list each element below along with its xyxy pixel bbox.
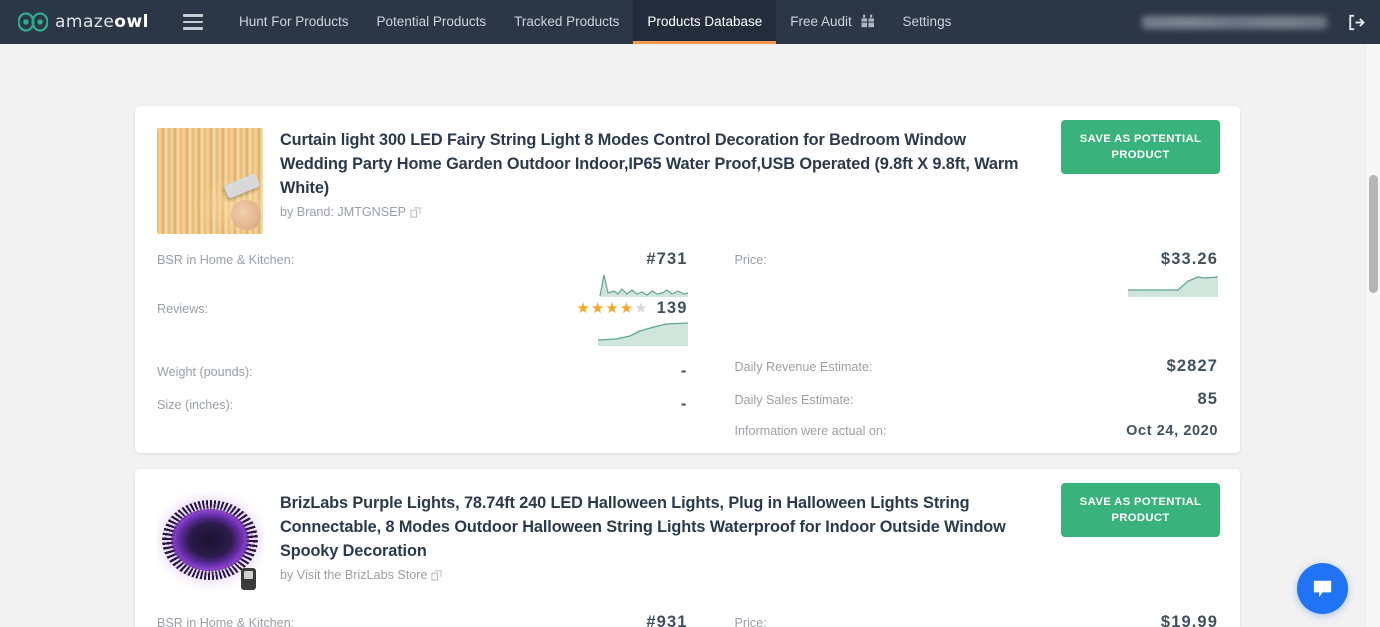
bsr-sparkline xyxy=(157,269,688,299)
nav-label: Free Audit xyxy=(790,14,852,29)
logo-text: amazeowl xyxy=(55,12,149,32)
metric-label: Weight (pounds): xyxy=(157,365,253,379)
save-as-potential-product-button[interactable]: SAVE AS POTENTIAL PRODUCT xyxy=(1061,120,1220,174)
product-header: Curtain light 300 LED Fairy String Light… xyxy=(157,128,1218,234)
star-icon: ★ xyxy=(605,300,619,317)
metric-weight: Weight (pounds): - xyxy=(157,362,688,381)
metric-value: $33.26 xyxy=(1160,250,1218,268)
price-sparkline xyxy=(735,269,1218,299)
metric-reviews: Reviews: ★ ★ ★ ★ ★ 139 xyxy=(157,299,688,318)
product-title[interactable]: BrizLabs Purple Lights, 78.74ft 240 LED … xyxy=(280,491,1025,563)
product-metrics: BSR in Home & Kitchen: #931 ★ ★ ★ xyxy=(157,613,1218,627)
product-card[interactable]: Curtain light 300 LED Fairy String Light… xyxy=(135,106,1240,453)
nav-item-tracked-products[interactable]: Tracked Products xyxy=(500,0,633,44)
nav-item-products-database[interactable]: Products Database xyxy=(633,0,777,44)
metrics-left-column: BSR in Home & Kitchen: #931 ★ ★ ★ xyxy=(157,613,688,627)
star-rating: ★ ★ ★ ★ ★ xyxy=(576,301,647,316)
metric-value: 85 xyxy=(1197,390,1218,408)
user-email-masked xyxy=(1142,15,1327,29)
chat-bubble-icon xyxy=(1313,580,1332,598)
metric-bsr: BSR in Home & Kitchen: #731 xyxy=(157,250,688,269)
top-navbar: amazeowl Hunt For Products Potential Pro… xyxy=(0,0,1380,44)
product-header: BrizLabs Purple Lights, 78.74ft 240 LED … xyxy=(157,491,1218,597)
logout-icon[interactable] xyxy=(1347,13,1366,32)
metric-value: - xyxy=(680,395,688,413)
nav-label: Tracked Products xyxy=(514,14,620,29)
external-link-icon xyxy=(410,206,421,218)
star-icon: ★ xyxy=(576,300,590,317)
navbar-right-section xyxy=(1142,13,1366,32)
save-as-potential-product-button[interactable]: SAVE AS POTENTIAL PRODUCT xyxy=(1061,483,1220,537)
metrics-secondary: Weight (pounds): - Size (inches): - xyxy=(157,362,688,414)
chat-widget-button[interactable] xyxy=(1297,563,1348,614)
star-icon-empty: ★ xyxy=(634,300,648,317)
reviews-count: 139 xyxy=(656,299,688,317)
product-metrics: BSR in Home & Kitchen: #731 Reviews: ★ ★… xyxy=(157,250,1218,439)
metric-label: Information were actual on: xyxy=(734,424,887,438)
metric-label: Daily Sales Estimate: xyxy=(734,393,854,407)
metric-value: $19.99 xyxy=(1160,613,1218,627)
star-icon: ★ xyxy=(619,300,634,317)
metric-value: #931 xyxy=(646,613,688,627)
product-brand[interactable]: by Brand: JMTGNSEP xyxy=(280,205,421,219)
owl-logo-icon xyxy=(18,12,48,32)
metric-value: Oct 24, 2020 xyxy=(1126,423,1218,439)
metric-label: Daily Revenue Estimate: xyxy=(734,360,873,374)
products-database-list: Curtain light 300 LED Fairy String Light… xyxy=(0,44,1380,627)
product-card[interactable]: BrizLabs Purple Lights, 78.74ft 240 LED … xyxy=(135,469,1240,627)
app-logo[interactable]: amazeowl xyxy=(18,12,149,32)
product-title[interactable]: Curtain light 300 LED Fairy String Light… xyxy=(280,128,1025,200)
metric-label: Reviews: xyxy=(157,302,209,316)
metric-price: Price: $33.26 xyxy=(735,250,1219,269)
gift-icon xyxy=(861,14,874,28)
product-brand-label: by Visit the BrizLabs Store xyxy=(280,568,428,582)
nav-item-potential-products[interactable]: Potential Products xyxy=(363,0,501,44)
vertical-scrollbar[interactable] xyxy=(1365,44,1380,627)
metric-label: BSR in Home & Kitchen: xyxy=(157,253,295,267)
product-brand[interactable]: by Visit the BrizLabs Store xyxy=(280,568,443,582)
product-image[interactable] xyxy=(157,491,263,597)
star-icon: ★ xyxy=(590,300,605,317)
metric-price: Price: $19.99 xyxy=(735,613,1219,627)
nav-label: Hunt For Products xyxy=(239,14,349,29)
nav-label: Settings xyxy=(902,14,952,29)
metric-label: Price: xyxy=(734,616,767,627)
rating-group: ★ ★ ★ ★ ★ 139 xyxy=(576,299,687,318)
nav-label: Products Database xyxy=(647,14,763,29)
metric-actual-on: Information were actual on: Oct 24, 2020 xyxy=(735,423,1219,439)
metric-bsr: BSR in Home & Kitchen: #931 xyxy=(157,613,688,627)
metric-daily-sales: Daily Sales Estimate: 85 xyxy=(735,390,1219,409)
metric-value: #731 xyxy=(646,250,688,268)
metric-label: BSR in Home & Kitchen: xyxy=(157,616,295,627)
metrics-right-column: Price: $19.99 xyxy=(688,613,1219,627)
external-link-icon xyxy=(431,569,443,581)
metrics-right-column: Price: $33.26 Daily Revenue Estimate: $2… xyxy=(688,250,1219,439)
product-image[interactable] xyxy=(157,128,263,234)
metric-daily-revenue: Daily Revenue Estimate: $2827 xyxy=(735,357,1219,376)
nav-item-settings[interactable]: Settings xyxy=(889,0,966,44)
main-navigation: Hunt For Products Potential Products Tra… xyxy=(225,0,965,44)
metric-label: Price: xyxy=(734,253,767,267)
metrics-estimates: Daily Revenue Estimate: $2827 Daily Sale… xyxy=(735,357,1219,439)
nav-item-free-audit[interactable]: Free Audit xyxy=(776,0,888,44)
product-brand-label: by Brand: JMTGNSEP xyxy=(280,205,406,219)
nav-label: Potential Products xyxy=(376,14,487,29)
metric-value: - xyxy=(680,362,688,380)
hamburger-menu-icon[interactable] xyxy=(183,14,203,30)
metrics-left-column: BSR in Home & Kitchen: #731 Reviews: ★ ★… xyxy=(157,250,688,439)
logo-text-light: amaze xyxy=(55,12,115,32)
metric-value: $2827 xyxy=(1166,357,1218,375)
scrollbar-thumb[interactable] xyxy=(1369,175,1378,293)
metric-label: Size (inches): xyxy=(157,398,234,412)
logo-text-bold: owl xyxy=(114,12,149,32)
metric-size: Size (inches): - xyxy=(157,395,688,414)
reviews-sparkline xyxy=(157,318,688,348)
nav-item-hunt-for-products[interactable]: Hunt For Products xyxy=(225,0,363,44)
